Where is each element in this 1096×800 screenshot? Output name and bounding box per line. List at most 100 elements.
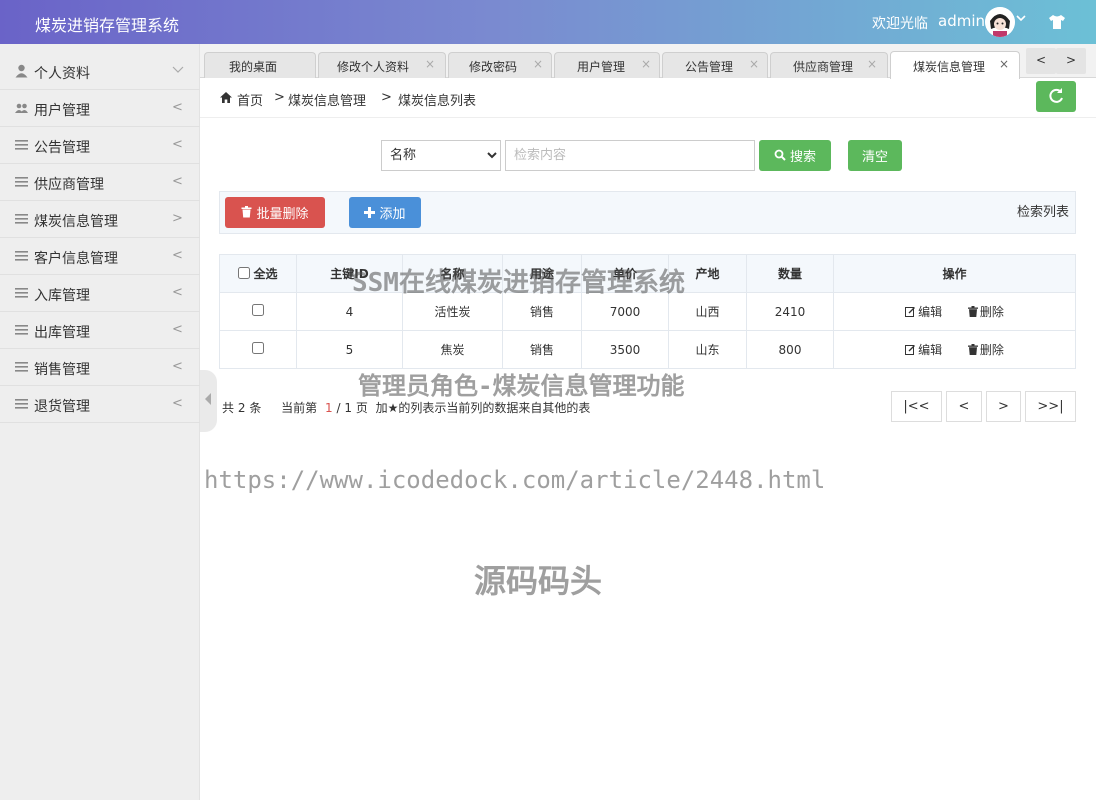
- chevron-left-icon: <: [172, 174, 183, 189]
- sidebar-item-label: 出库管理: [34, 325, 90, 341]
- refresh-button[interactable]: [1036, 81, 1076, 112]
- add-label: 添加: [379, 207, 406, 222]
- search-field-select[interactable]: 名称: [381, 140, 501, 171]
- select-all-label: 全选: [253, 266, 278, 281]
- sidebar-item-profile[interactable]: 个人资料: [0, 53, 200, 90]
- chevron-down-icon: [172, 63, 184, 79]
- search-button[interactable]: 搜索: [759, 140, 831, 171]
- last-page-button[interactable]: >>|: [1025, 391, 1076, 422]
- close-icon[interactable]: ×: [533, 57, 543, 71]
- sidebar-item-label: 个人资料: [34, 66, 90, 82]
- tab-label: 煤炭信息管理: [913, 60, 986, 74]
- row-checkbox[interactable]: [252, 342, 264, 354]
- edit-icon: [905, 345, 916, 355]
- total-prefix: 共: [222, 401, 235, 415]
- edit-button[interactable]: 编辑: [905, 341, 942, 358]
- chevron-left-icon: <: [172, 285, 183, 300]
- list-icon: [15, 138, 28, 152]
- cell-qty: 2410: [746, 292, 834, 331]
- sidebar-item-supplier[interactable]: 供应商管理 <: [0, 164, 200, 201]
- username[interactable]: admin: [938, 12, 985, 30]
- edit-icon: [905, 307, 916, 317]
- sidebar-item-stock-out[interactable]: 出库管理 <: [0, 312, 200, 349]
- current-prefix: 当前第: [281, 401, 318, 415]
- search-input[interactable]: [505, 140, 755, 171]
- clear-button[interactable]: 清空: [848, 140, 902, 171]
- breadcrumb-home[interactable]: 首页: [237, 90, 263, 109]
- sidebar-item-users[interactable]: 用户管理 <: [0, 90, 200, 127]
- edit-button[interactable]: 编辑: [905, 303, 942, 320]
- sidebar-item-label: 煤炭信息管理: [34, 214, 118, 230]
- chevron-down-icon[interactable]: [1015, 12, 1027, 27]
- add-button[interactable]: 添加: [349, 197, 421, 228]
- cell-name: 焦炭: [402, 330, 503, 369]
- tabs-bar: 我的桌面 修改个人资料 × 修改密码 × 用户管理 × 公告管理 × 供应商管理…: [200, 44, 1096, 79]
- total-suffix: 条: [249, 401, 262, 415]
- close-icon[interactable]: ×: [999, 57, 1009, 71]
- tab-label: 修改密码: [469, 60, 518, 74]
- avatar[interactable]: [985, 7, 1015, 37]
- tab-scroll-left-button[interactable]: <: [1026, 48, 1056, 74]
- table-row: 5 焦炭 销售 3500 山东 800 编辑 删除: [219, 330, 1076, 369]
- watermark-brand: 源码码头: [474, 562, 603, 600]
- delete-label: 删除: [979, 305, 1004, 319]
- delete-label: 删除: [979, 343, 1004, 357]
- trash-icon: [967, 306, 978, 317]
- close-icon[interactable]: ×: [749, 57, 759, 71]
- chevron-right-icon: >: [172, 211, 183, 226]
- search-icon: [774, 149, 786, 161]
- tab-label: 供应商管理: [793, 60, 854, 74]
- close-icon[interactable]: ×: [641, 57, 651, 71]
- delete-button[interactable]: 删除: [967, 341, 1004, 358]
- theme-shirt-icon[interactable]: [1047, 12, 1067, 32]
- table-toolbar: 批量删除 添加 检索列表: [219, 191, 1076, 234]
- breadcrumb-level1[interactable]: 煤炭信息管理: [288, 90, 366, 109]
- close-icon[interactable]: ×: [425, 57, 435, 71]
- tab-desktop[interactable]: 我的桌面: [204, 52, 316, 78]
- tab-label: 修改个人资料: [337, 60, 410, 74]
- trash-icon: [967, 344, 978, 355]
- prev-page-button[interactable]: <: [946, 391, 982, 422]
- close-icon[interactable]: ×: [867, 57, 877, 71]
- watermark-title: SSM在线煤炭进销存管理系统: [352, 268, 685, 298]
- total-pages: 1: [344, 401, 352, 415]
- tab-change-password[interactable]: 修改密码 ×: [448, 52, 552, 78]
- tab-scroll-right-button[interactable]: >: [1056, 48, 1086, 74]
- tab-coal-info[interactable]: 煤炭信息管理 ×: [890, 51, 1020, 79]
- list-icon: [15, 175, 28, 189]
- home-icon: [219, 91, 233, 104]
- select-all-header[interactable]: 全选: [219, 254, 297, 293]
- select-all-checkbox[interactable]: [238, 267, 251, 280]
- sidebar-item-sales[interactable]: 销售管理 <: [0, 349, 200, 386]
- tab-notice-mgmt[interactable]: 公告管理 ×: [662, 52, 768, 78]
- sidebar-collapse-handle[interactable]: [200, 370, 217, 432]
- delete-button[interactable]: 删除: [967, 303, 1004, 320]
- sidebar-item-coal-info[interactable]: 煤炭信息管理 >: [0, 201, 200, 238]
- app-title: 煤炭进销存管理系统: [35, 16, 180, 35]
- trash-icon: [241, 206, 252, 218]
- row-checkbox[interactable]: [252, 304, 264, 316]
- chevron-left-icon: <: [172, 359, 183, 374]
- tab-edit-profile[interactable]: 修改个人资料 ×: [318, 52, 446, 78]
- next-page-button[interactable]: >: [986, 391, 1021, 422]
- tab-label: 我的桌面: [229, 60, 278, 74]
- batch-delete-button[interactable]: 批量删除: [225, 197, 325, 228]
- list-icon: [15, 323, 28, 337]
- sidebar-item-notice[interactable]: 公告管理 <: [0, 127, 200, 164]
- cell-use: 销售: [502, 330, 582, 369]
- sidebar-item-returns[interactable]: 退货管理 <: [0, 386, 200, 423]
- tab-label: 用户管理: [577, 60, 626, 74]
- cell-origin: 山东: [668, 330, 747, 369]
- edit-label: 编辑: [918, 305, 943, 319]
- tab-user-mgmt[interactable]: 用户管理 ×: [554, 52, 660, 78]
- first-page-button[interactable]: |<<: [891, 391, 942, 422]
- cell-actions: 编辑 删除: [833, 330, 1076, 369]
- tab-label: 公告管理: [685, 60, 734, 74]
- tab-supplier-mgmt[interactable]: 供应商管理 ×: [770, 52, 888, 78]
- sidebar-item-stock-in[interactable]: 入库管理 <: [0, 275, 200, 312]
- sidebar-item-label: 供应商管理: [34, 177, 104, 193]
- welcome-text: 欢迎光临: [872, 16, 928, 32]
- sidebar: 个人资料 用户管理 < 公告管理 < 供应商管理 < 煤炭信息管理 > 客户信息…: [0, 44, 200, 800]
- users-icon: [15, 101, 28, 115]
- sidebar-item-customer[interactable]: 客户信息管理 <: [0, 238, 200, 275]
